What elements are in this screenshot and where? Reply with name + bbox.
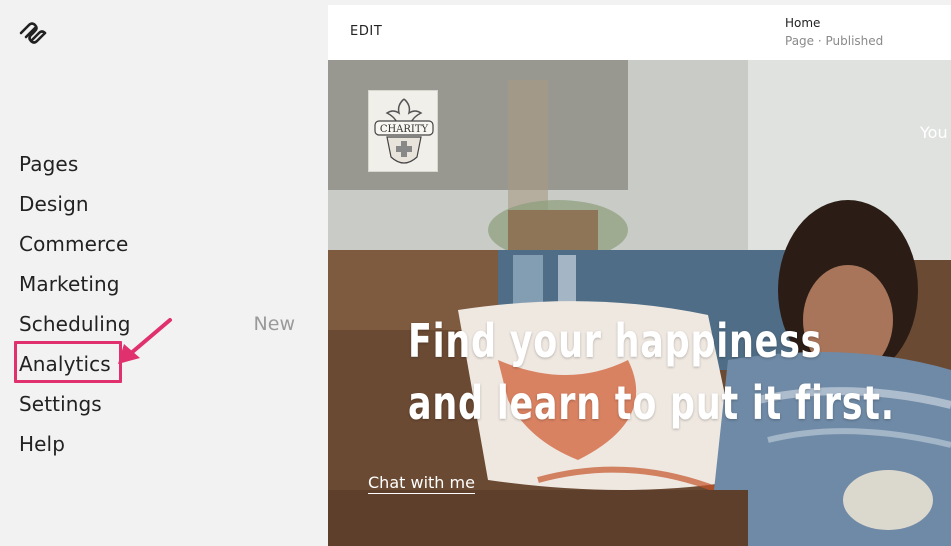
sidebar-item-commerce[interactable]: Commerce bbox=[19, 224, 309, 264]
hero-headline-line-2: and learn to put it first. bbox=[408, 376, 895, 430]
sidebar-item-scheduling[interactable]: Scheduling New bbox=[19, 304, 309, 344]
hero-section: CHARITY You Find your happiness and lear… bbox=[328, 60, 951, 546]
sidebar-item-label: Help bbox=[19, 432, 65, 456]
new-badge: New bbox=[253, 313, 295, 335]
squarespace-logo-icon[interactable] bbox=[18, 20, 48, 46]
chat-with-me-link[interactable]: Chat with me bbox=[368, 473, 475, 494]
sidebar-item-analytics[interactable]: Analytics bbox=[19, 344, 309, 384]
hero-headline-line-1: Find your happiness bbox=[408, 314, 823, 368]
charity-logo[interactable]: CHARITY bbox=[368, 90, 438, 172]
hero-headline: Find your happiness and learn to put it … bbox=[408, 310, 895, 434]
sidebar-item-label: Scheduling bbox=[19, 312, 131, 336]
sidebar-nav: Pages Design Commerce Marketing Scheduli… bbox=[19, 144, 309, 464]
sidebar-item-label: Marketing bbox=[19, 272, 120, 296]
page-status: Page · Published bbox=[785, 34, 884, 48]
sidebar-item-marketing[interactable]: Marketing bbox=[19, 264, 309, 304]
charity-logo-text: CHARITY bbox=[380, 124, 429, 135]
sidebar-item-label: Settings bbox=[19, 392, 102, 416]
edit-button[interactable]: EDIT bbox=[350, 24, 382, 39]
sidebar-item-label: Pages bbox=[19, 152, 79, 176]
sidebar-item-help[interactable]: Help bbox=[19, 424, 309, 464]
sidebar-item-pages[interactable]: Pages bbox=[19, 144, 309, 184]
sidebar-item-settings[interactable]: Settings bbox=[19, 384, 309, 424]
page-title: Home bbox=[785, 16, 821, 30]
site-preview: EDIT Home Page · Published CHARITY You F… bbox=[328, 5, 951, 546]
sidebar-item-label: Analytics bbox=[19, 352, 111, 376]
sidebar: Pages Design Commerce Marketing Scheduli… bbox=[0, 0, 328, 546]
sidebar-item-label: Commerce bbox=[19, 232, 129, 256]
sidebar-item-design[interactable]: Design bbox=[19, 184, 309, 224]
preview-topbar: EDIT Home Page · Published bbox=[328, 5, 951, 60]
sidebar-item-label: Design bbox=[19, 192, 89, 216]
hero-nav-link[interactable]: You bbox=[920, 123, 948, 142]
